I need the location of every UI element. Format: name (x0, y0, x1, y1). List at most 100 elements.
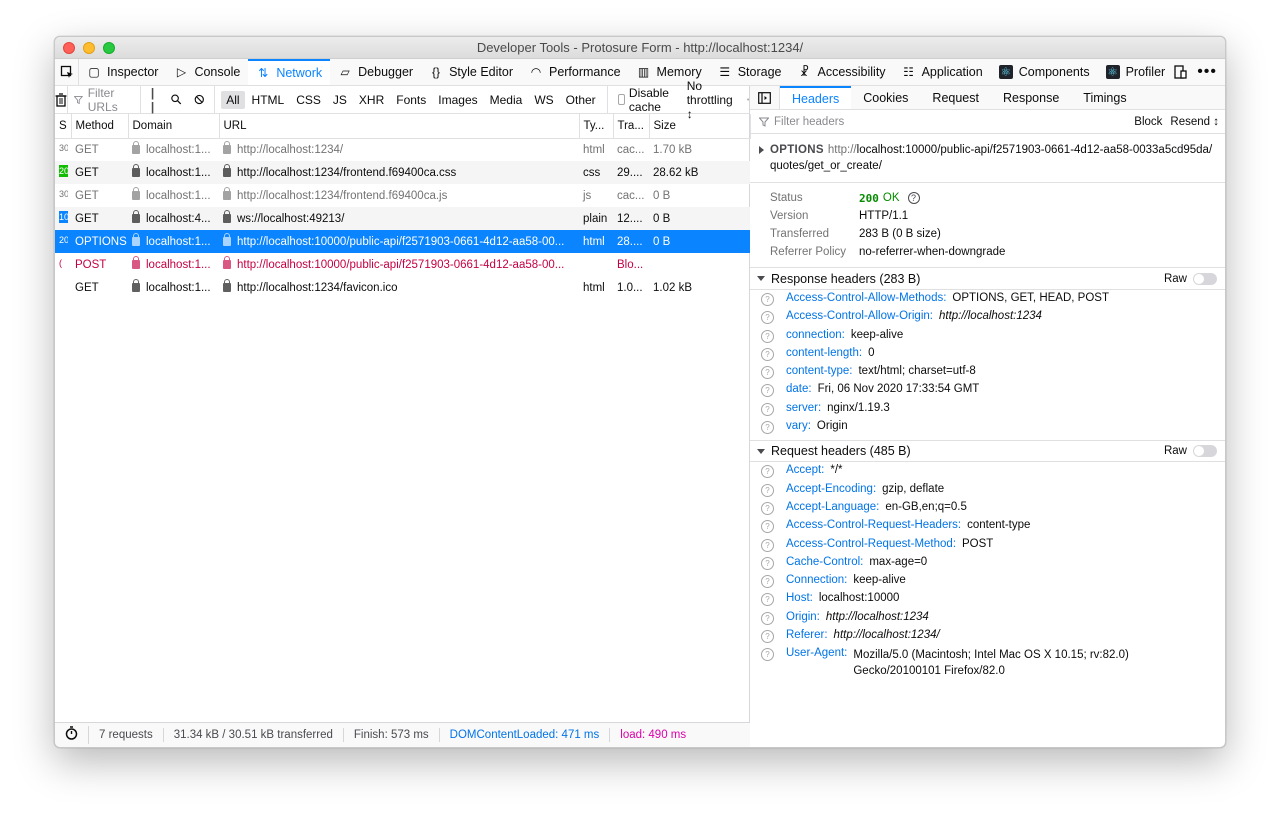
header-row[interactable]: ? Connection: keep-alive (750, 574, 1225, 592)
table-row[interactable]: 10GET localhost:4... ws://localhost:49213/… (55, 207, 750, 230)
disable-cache-checkbox[interactable] (617, 94, 625, 105)
help-icon[interactable]: ? (761, 575, 774, 589)
table-row[interactable]: GET localhost:1... http://localhost:1234/f… (55, 276, 750, 299)
help-icon[interactable]: ? (761, 538, 774, 552)
block-button[interactable]: Block (1134, 116, 1162, 128)
tab-components[interactable]: ⚛ Components (991, 59, 1098, 85)
help-icon[interactable]: ? (761, 501, 774, 515)
performance-analysis-button[interactable] (55, 726, 89, 744)
filter-headers-input[interactable]: Filter headers Block Resend ↕ (750, 110, 1225, 134)
help-icon[interactable]: ? (761, 556, 774, 570)
help-icon[interactable]: ? (761, 347, 774, 361)
tab-profiler[interactable]: ⚛ Profiler (1098, 59, 1174, 85)
pause-icon[interactable]: | | (151, 86, 159, 114)
gear-icon[interactable] (746, 92, 749, 107)
tab-application[interactable]: ☷ Application (894, 59, 991, 85)
header-row[interactable]: ? Accept: */* (750, 464, 1225, 482)
table-row[interactable]: 30 GET localhost:1... http://localhost:1234… (55, 184, 750, 207)
toggle-sidebar-button[interactable] (750, 86, 780, 109)
column-header[interactable]: Method (71, 114, 129, 139)
request-url-summary[interactable]: OPTIONS http://localhost:10000/public-api… (750, 134, 1225, 183)
resend-button[interactable]: Resend ↕ (1170, 116, 1219, 128)
tab-performance[interactable]: ◠ Performance (521, 59, 629, 85)
raw-response-switch[interactable] (1193, 272, 1217, 285)
tab-accessibility[interactable]: ☧ Accessibility (789, 59, 893, 85)
header-row[interactable]: ? vary: Origin (750, 420, 1225, 438)
column-header[interactable]: S (55, 114, 72, 139)
element-picker-button[interactable] (55, 59, 80, 85)
table-row[interactable]: 20GET localhost:1... http://localhost:1234… (55, 161, 750, 184)
type-filter-js[interactable]: JS (328, 91, 352, 109)
column-header[interactable]: URL (219, 114, 580, 139)
header-row[interactable]: ? Cache-Control: max-age=0 (750, 556, 1225, 574)
column-header[interactable]: Tra... (613, 114, 650, 139)
header-row[interactable]: ? content-type: text/html; charset=utf-8 (750, 365, 1225, 383)
header-row[interactable]: ? Access-Control-Allow-Origin: http://loca… (750, 310, 1225, 328)
help-icon[interactable]: ? (761, 611, 774, 625)
disable-cache-toggle[interactable]: Disable cache (606, 86, 673, 114)
type-filter-xhr[interactable]: XHR (354, 91, 389, 109)
header-row[interactable]: ? Access-Control-Request-Method: POST (750, 538, 1225, 556)
header-row[interactable]: ? Access-Control-Allow-Methods: OPTIONS, G… (750, 292, 1225, 310)
tab-debugger[interactable]: ▱ Debugger (330, 59, 421, 85)
search-icon[interactable] (171, 93, 182, 106)
request-headers-toggle[interactable]: Request headers (485 B) Raw (750, 440, 1225, 463)
help-icon[interactable]: ? (761, 483, 774, 497)
minimize-window-button[interactable] (83, 42, 95, 54)
tab-inspector[interactable]: ▢ Inspector (79, 59, 166, 85)
help-icon[interactable]: ? (761, 311, 774, 325)
clear-requests-button[interactable] (55, 92, 67, 107)
details-tab-headers[interactable]: Headers (780, 86, 852, 109)
type-filter-ws[interactable]: WS (529, 91, 558, 109)
maximize-window-button[interactable] (103, 42, 115, 54)
header-row[interactable]: ? Access-Control-Request-Headers: content-… (750, 519, 1225, 537)
tab-network[interactable]: ⇅ Network (248, 59, 331, 85)
type-filter-images[interactable]: Images (433, 91, 482, 109)
header-row[interactable]: ? connection: keep-alive (750, 329, 1225, 347)
response-headers-toggle[interactable]: Response headers (283 B) Raw (750, 268, 1225, 290)
close-window-button[interactable] (63, 42, 75, 54)
header-row[interactable]: ? Origin: http://localhost:1234 (750, 611, 1225, 629)
type-filter-other[interactable]: Other (561, 91, 601, 109)
help-icon[interactable]: ? (761, 648, 774, 662)
type-filter-all[interactable]: All (221, 90, 245, 109)
help-icon[interactable]: ? (761, 384, 774, 398)
tab-style-editor[interactable]: {} Style Editor (421, 59, 521, 85)
help-icon[interactable]: ? (761, 421, 774, 435)
column-header[interactable]: Domain (128, 114, 220, 139)
more-menu-icon[interactable]: ••• (1197, 63, 1217, 81)
type-filter-fonts[interactable]: Fonts (391, 91, 431, 109)
header-row[interactable]: ? Referer: http://localhost:1234/ (750, 629, 1225, 647)
details-tab-timings[interactable]: Timings (1071, 86, 1138, 109)
header-row[interactable]: ? Accept-Language: en-GB,en;q=0.5 (750, 501, 1225, 519)
raw-request-switch[interactable] (1193, 445, 1217, 458)
help-icon[interactable]: ? (761, 293, 774, 306)
help-icon[interactable]: ? (907, 192, 920, 204)
details-tab-response[interactable]: Response (991, 86, 1071, 109)
help-icon[interactable]: ? (761, 329, 774, 343)
block-requests-icon[interactable] (194, 93, 205, 106)
details-tab-request[interactable]: Request (920, 86, 991, 109)
help-icon[interactable]: ? (761, 402, 774, 416)
help-icon[interactable]: ? (761, 520, 774, 534)
details-tab-cookies[interactable]: Cookies (851, 86, 920, 109)
table-row[interactable]: (POST localhost:1... http://localhost:1000… (55, 253, 750, 276)
help-icon[interactable]: ? (761, 366, 774, 380)
filter-urls-input[interactable]: Filter URLs (67, 86, 140, 114)
help-icon[interactable]: ? (761, 593, 774, 607)
table-row[interactable]: 20OPTIONS localhost:1... http://localhost:… (55, 230, 750, 253)
throttling-select[interactable]: No throttling ↕ (673, 79, 733, 121)
header-row[interactable]: ? date: Fri, 06 Nov 2020 17:33:54 GMT (750, 383, 1225, 401)
header-row[interactable]: ? Accept-Encoding: gzip, deflate (750, 483, 1225, 501)
type-filter-media[interactable]: Media (485, 91, 528, 109)
column-header[interactable]: Ty... (579, 114, 614, 139)
help-icon[interactable]: ? (761, 630, 774, 644)
help-icon[interactable]: ? (761, 465, 774, 479)
header-row[interactable]: ? Host: localhost:10000 (750, 592, 1225, 610)
tab-console[interactable]: ▷ Console (166, 59, 248, 85)
type-filter-css[interactable]: CSS (291, 91, 326, 109)
header-row[interactable]: ? server: nginx/1.19.3 (750, 402, 1225, 420)
type-filter-html[interactable]: HTML (247, 91, 290, 109)
responsive-design-icon[interactable] (1173, 65, 1187, 79)
table-row[interactable]: 30 GET localhost:1... http://localhost:1234… (55, 138, 750, 161)
